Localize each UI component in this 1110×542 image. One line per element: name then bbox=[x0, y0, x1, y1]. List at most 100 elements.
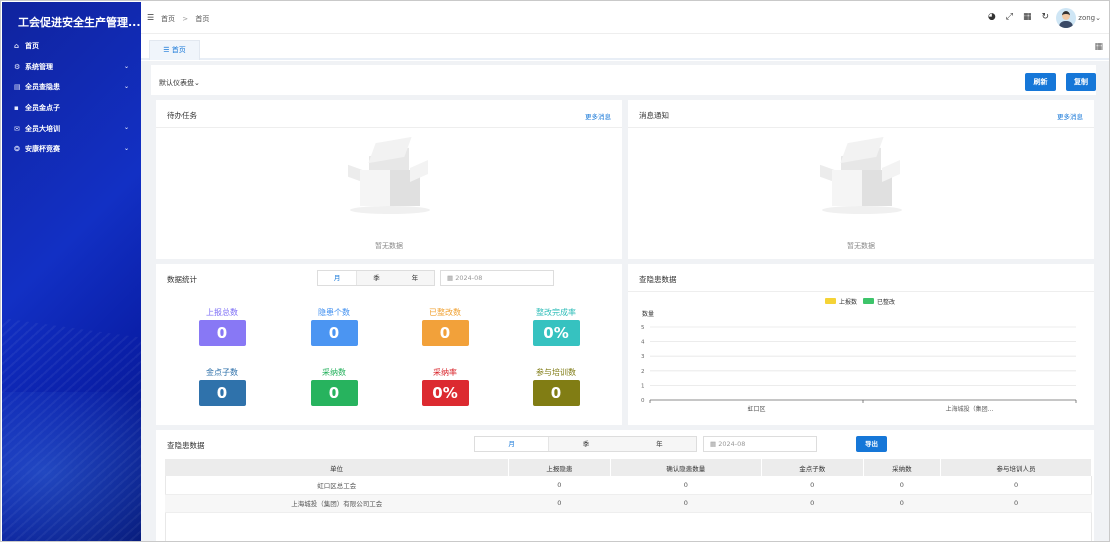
table-cell: 虹口区总工会 bbox=[165, 476, 509, 495]
stat-tile: 整改完成率 0% bbox=[516, 307, 596, 346]
stat-value: 0 bbox=[198, 320, 246, 346]
y-tick-label: 4 bbox=[641, 340, 645, 346]
period-quarter[interactable]: 季 bbox=[549, 437, 622, 451]
legend-swatch bbox=[863, 298, 874, 304]
empty-box-icon bbox=[344, 134, 434, 214]
topbar: ☰ 首页 > 首页 ◕ ⤢ ▦ ↻ zong⌄ bbox=[141, 2, 1109, 34]
fullscreen-icon[interactable]: ⤢ bbox=[1006, 12, 1013, 22]
sidebar-item[interactable]: ▤ 全员查隐患 ⌄ bbox=[2, 77, 141, 98]
export-button[interactable]: 导出 bbox=[856, 436, 887, 452]
month-picker[interactable]: ▦ 2024-08 bbox=[440, 270, 554, 286]
avatar[interactable] bbox=[1056, 8, 1076, 28]
tab-home[interactable]: ☰ 首页 bbox=[149, 40, 200, 60]
user-menu[interactable]: zong⌄ bbox=[1078, 14, 1101, 22]
table-row: 上海城投（集团）有限公司工会 0 0 0 0 0 bbox=[165, 494, 1092, 513]
y-axis-label: 数量 bbox=[642, 310, 654, 318]
menu-toggle-icon[interactable]: ☰ bbox=[147, 13, 154, 22]
sidebar-item[interactable]: ▪ 全员金点子 bbox=[2, 98, 141, 119]
card-title: 数据统计 bbox=[167, 275, 197, 284]
sidebar-item-label: 安康杯竞赛 bbox=[25, 145, 60, 154]
period-toggle: 月 季 年 bbox=[474, 436, 697, 452]
stat-value: 0% bbox=[532, 320, 580, 346]
chevron-down-icon: ⌄ bbox=[123, 62, 129, 70]
table-header-row: 单位 上报隐患 确认隐患数量 金点子数 采纳数 参与培训人员 bbox=[165, 459, 1092, 476]
home-icon: ⌂ bbox=[14, 42, 20, 51]
app-title: 工会促进安全生产管理... bbox=[18, 16, 141, 29]
sidebar-item[interactable]: ✉ 全员大培训 ⌄ bbox=[2, 118, 141, 139]
chevron-down-icon: ⌄ bbox=[1095, 14, 1101, 22]
card-title: 消息通知 bbox=[639, 111, 669, 120]
stat-value: 0 bbox=[198, 380, 246, 406]
table-cell: 0 bbox=[761, 476, 864, 495]
card-title: 查隐患数据 bbox=[167, 441, 205, 450]
column-header: 上报隐患 bbox=[508, 459, 611, 476]
legend-label: 上报数 bbox=[839, 298, 857, 306]
table-cell: 0 bbox=[761, 494, 864, 513]
table-cell: 0 bbox=[863, 494, 941, 513]
more-messages-link[interactable]: 更多消息 bbox=[585, 111, 611, 121]
hazard-table: 单位 上报隐患 确认隐患数量 金点子数 采纳数 参与培训人员 虹口区总工会 0 0 0 0 0 上海城… bbox=[165, 459, 1092, 513]
grid-icon[interactable]: ▦ bbox=[1023, 12, 1032, 22]
y-tick-label: 1 bbox=[641, 383, 645, 389]
stat-value: 0% bbox=[421, 380, 469, 406]
chevron-down-icon: ⌄ bbox=[194, 79, 200, 87]
column-header: 金点子数 bbox=[761, 459, 864, 476]
column-header: 确认隐患数量 bbox=[610, 459, 762, 476]
sidebar-item-label: 全员大培训 bbox=[25, 124, 60, 133]
stat-tile: 隐患个数 0 bbox=[294, 307, 374, 346]
copy-button[interactable]: 复制 bbox=[1066, 73, 1096, 91]
refresh-button[interactable]: 刷新 bbox=[1025, 73, 1056, 91]
month-picker[interactable]: ▦ 2024-08 bbox=[703, 436, 817, 452]
tabs-menu-icon[interactable]: ▦ bbox=[1094, 42, 1103, 52]
sidebar-item[interactable]: ❂ 安康杯竞赛 ⌄ bbox=[2, 139, 141, 160]
sidebar-item-label: 全员查隐患 bbox=[25, 83, 60, 92]
period-quarter[interactable]: 季 bbox=[357, 271, 395, 285]
hazard-bar-chart: 上报数 已整改数量 0 1 2 3 4 5 虹口区 上海城投（集团... bbox=[641, 298, 1077, 413]
table-cell: 0 bbox=[508, 494, 611, 513]
breadcrumb-separator: > bbox=[182, 15, 189, 23]
sidebar-item-label: 全员金点子 bbox=[25, 104, 60, 113]
pie-chart-icon[interactable]: ◕ bbox=[988, 12, 996, 22]
stat-label: 金点子数 bbox=[206, 368, 238, 377]
stat-value: 0 bbox=[310, 380, 358, 406]
y-tick-label: 2 bbox=[641, 369, 645, 375]
breadcrumb-item[interactable]: 首页 bbox=[161, 15, 175, 23]
report-icon: ▤ bbox=[14, 83, 21, 92]
stat-tile: 参与培训数 0 bbox=[516, 367, 596, 406]
chevron-down-icon: ⌄ bbox=[123, 83, 129, 91]
period-toggle: 月 季 年 bbox=[317, 270, 435, 286]
period-month[interactable]: 月 bbox=[318, 271, 358, 285]
todo-card: 待办任务 更多消息 暂无数据 bbox=[156, 100, 622, 259]
x-tick-label: 上海城投（集团... bbox=[946, 405, 994, 413]
period-year[interactable]: 年 bbox=[623, 437, 696, 451]
y-tick-label: 0 bbox=[641, 398, 645, 404]
sidebar-item[interactable]: ⌂ 首页 bbox=[2, 36, 141, 57]
breadcrumb: 首页 > 首页 bbox=[161, 14, 209, 24]
period-month[interactable]: 月 bbox=[475, 437, 550, 451]
sidebar: 工会促进安全生产管理... ⌂ 首页 ⚙ 系统管理 ⌄ ▤ 全员查隐患 ⌄ ▪ 全员金点子 ✉ 全员大… bbox=[2, 2, 141, 541]
dashboard-select[interactable]: 默认仪表盘⌄ bbox=[159, 78, 200, 88]
stat-label: 采纳率 bbox=[433, 368, 457, 377]
chevron-down-icon: ⌄ bbox=[123, 124, 129, 132]
stat-tile: 上报总数 0 bbox=[182, 307, 262, 346]
topbar-tools: ◕ ⤢ ▦ ↻ bbox=[988, 12, 1049, 22]
table-cell: 上海城投（集团）有限公司工会 bbox=[165, 494, 509, 513]
empty-text: 暂无数据 bbox=[847, 242, 875, 250]
table-row: 虹口区总工会 0 0 0 0 0 bbox=[165, 476, 1092, 495]
app-window: 工会促进安全生产管理... ⌂ 首页 ⚙ 系统管理 ⌄ ▤ 全员查隐患 ⌄ ▪ 全员金点子 ✉ 全员大… bbox=[0, 0, 1110, 542]
stat-label: 参与培训数 bbox=[536, 368, 576, 377]
x-tick-label: 虹口区 bbox=[747, 405, 765, 413]
stat-label: 采纳数 bbox=[322, 368, 346, 377]
sidebar-item[interactable]: ⚙ 系统管理 ⌄ bbox=[2, 57, 141, 78]
period-year[interactable]: 年 bbox=[396, 271, 434, 285]
calendar-icon: ▦ bbox=[710, 440, 719, 448]
main-content: 默认仪表盘⌄ 刷新 复制 待办任务 更多消息 暂无数据 消息通知 更多消息 暂无… bbox=[141, 61, 1109, 541]
more-messages-link[interactable]: 更多消息 bbox=[1057, 111, 1083, 121]
column-header: 采纳数 bbox=[863, 459, 942, 476]
column-header: 参与培训人员 bbox=[940, 459, 1092, 476]
stat-value: 0 bbox=[532, 380, 580, 406]
notice-card: 消息通知 更多消息 暂无数据 bbox=[628, 100, 1094, 259]
legend-label: 已整改 bbox=[877, 298, 895, 306]
refresh-icon[interactable]: ↻ bbox=[1041, 12, 1049, 22]
table-cell: 0 bbox=[863, 476, 941, 495]
